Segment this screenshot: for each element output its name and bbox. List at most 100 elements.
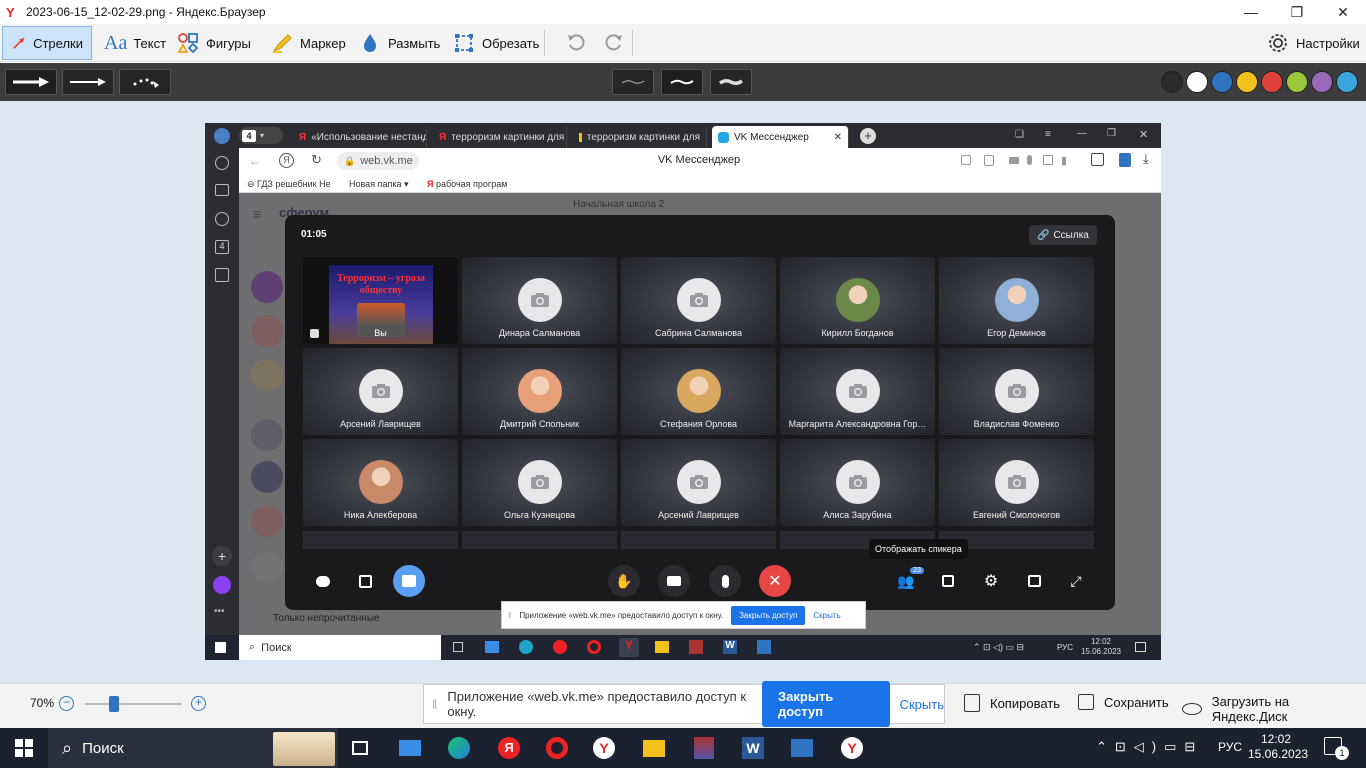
marker-tool[interactable]: Маркер [262,26,354,60]
participant-tile[interactable]: Ольга Кузнецова [462,439,617,526]
layout-button[interactable] [932,565,964,597]
crop-tool[interactable]: Обрезать [444,26,547,60]
redo-button[interactable] [594,26,634,60]
color-swatch[interactable] [1161,71,1183,93]
tabs-menu-icon[interactable]: ❏ [1015,129,1024,140]
extension-icon[interactable] [1119,153,1131,167]
minimize-button[interactable]: — [1228,0,1274,24]
participants-button[interactable]: 👥 23 [890,565,924,597]
hamburger-icon[interactable]: ≡ [253,206,261,222]
screen-share-tile[interactable]: Терроризм – угроза обществу Вы [303,257,458,344]
alice-icon[interactable] [213,576,231,594]
permission-icon[interactable] [984,155,994,166]
color-swatch[interactable] [1211,71,1233,93]
bookmark-icon[interactable]: ▮ [1061,154,1067,167]
inner-tab[interactable]: терроризм картинки для [573,126,707,148]
microphone-button[interactable] [709,565,741,597]
participant-tile[interactable]: Динара Салманова [462,257,617,344]
chat-avatar[interactable] [251,461,283,493]
zoom-slider-thumb[interactable] [109,696,120,712]
yandex-logo-icon[interactable]: Я [279,153,294,168]
arrow-style-bold[interactable] [5,69,57,95]
participant-tile[interactable]: Евгений Смолоногов [939,439,1094,526]
inner-close-icon[interactable]: ✕ [1139,128,1148,141]
end-call-button[interactable]: ✕ [759,565,791,597]
yandex-app[interactable]: Я [495,734,523,762]
language-indicator[interactable]: РУС [1218,740,1242,754]
bookmark-folder[interactable]: Новая папка ▾ [349,179,409,190]
opera-icon[interactable] [587,640,601,654]
task-view-button[interactable] [346,734,374,762]
inner-restore-icon[interactable]: ❐ [1107,128,1116,139]
chat-avatar[interactable] [251,315,283,347]
inner-tab-active[interactable]: VK Мессенджер ✕ [712,126,849,148]
arrow-style-thin[interactable] [62,69,114,95]
color-swatch[interactable] [1336,71,1358,93]
participant-tile[interactable]: Владислав Фоменко [939,348,1094,435]
bookmark-item[interactable]: ⊖ ГДЗ решебник Не [247,179,331,190]
save-button[interactable]: Сохранить [1078,694,1169,710]
mic-icon[interactable] [1027,155,1032,165]
translate-icon[interactable] [961,155,971,165]
edge-icon[interactable] [519,640,533,654]
participant-tile[interactable]: Ника Алекберова [303,439,458,526]
color-swatch[interactable] [1236,71,1258,93]
zoom-out-button[interactable]: − [59,696,74,711]
explorer-app[interactable] [640,734,668,762]
participant-tile[interactable]: Маргарита Александровна Гор… [780,348,935,435]
screen-share-button[interactable] [393,565,425,597]
inner-hide-link[interactable]: Скрыть [813,611,840,620]
text-tool[interactable]: Aa Текст [96,26,174,60]
participant-tile[interactable]: Арсений Лаврищев [621,439,776,526]
call-link-button[interactable]: 🔗 Ссылка [1029,225,1097,245]
participant-tile[interactable]: Егор Деминов [939,257,1094,344]
participant-tile[interactable]: Сабрина Салманова [621,257,776,344]
participant-tile[interactable]: Стефания Орлова [621,348,776,435]
opera-app[interactable] [543,734,571,762]
tab-group-counter[interactable]: 4 ▾ [239,127,283,144]
copy-button[interactable]: Копировать [964,694,1060,712]
start-button[interactable] [10,734,38,762]
screen-share-icon[interactable] [1043,155,1053,165]
inner-clock[interactable]: 12:02 15.06.2023 [1079,637,1123,657]
close-tab-icon[interactable]: ✕ [834,132,842,143]
inner-tab[interactable]: Ятерроризм картинки для [433,126,567,148]
color-swatch[interactable] [1186,71,1208,93]
collections-icon[interactable] [215,184,229,196]
taskbar-search[interactable]: ⌕ Поиск [48,728,338,768]
zoom-slider-track[interactable] [85,703,182,705]
line-medium-option[interactable] [661,69,703,95]
task-view-icon[interactable] [453,642,463,652]
undo-button[interactable] [556,26,596,60]
history-icon[interactable] [215,156,229,170]
yandex-browser-active-icon[interactable]: Y [619,638,639,657]
new-tab-icon[interactable]: + [860,128,876,144]
drag-handle-icon[interactable]: ‖ [432,697,437,712]
inner-close-access-button[interactable]: Закрыть доступ [731,605,806,625]
camera-button[interactable] [658,565,690,597]
notification-center-icon[interactable]: 1 [1324,737,1349,760]
settings-button[interactable]: Настройки [1258,26,1366,60]
color-swatch[interactable] [1261,71,1283,93]
fullscreen-button[interactable]: ⤢ [1060,565,1092,597]
reader-icon[interactable] [1091,153,1104,166]
screenshot-icon[interactable] [215,268,229,282]
participant-tile[interactable]: Кирилл Богданов [780,257,935,344]
chat-avatar[interactable] [251,551,283,583]
arrow-style-dotted[interactable] [119,69,171,95]
chat-avatar[interactable] [251,505,283,537]
notification-icon[interactable] [1135,642,1146,652]
photos-app[interactable] [788,734,816,762]
chat-button[interactable] [307,565,339,597]
yandex-browser-app[interactable]: Y [590,734,618,762]
more-icon[interactable]: ••• [214,606,225,617]
back-icon[interactable]: ← [249,154,261,168]
yandex-browser-app-2[interactable]: Y [838,734,866,762]
color-swatch[interactable] [1286,71,1308,93]
folder-icon[interactable] [655,641,669,653]
mail-app[interactable] [396,734,424,762]
menu-icon[interactable]: ≡ [1045,129,1051,140]
line-thick-option[interactable] [710,69,752,95]
tray-icons[interactable]: ⌃ ⊡ ◁) ▭ ⊟ [973,642,1024,653]
system-tray-icons[interactable]: ⌃⊡◁)▭⊟ [1096,739,1203,755]
